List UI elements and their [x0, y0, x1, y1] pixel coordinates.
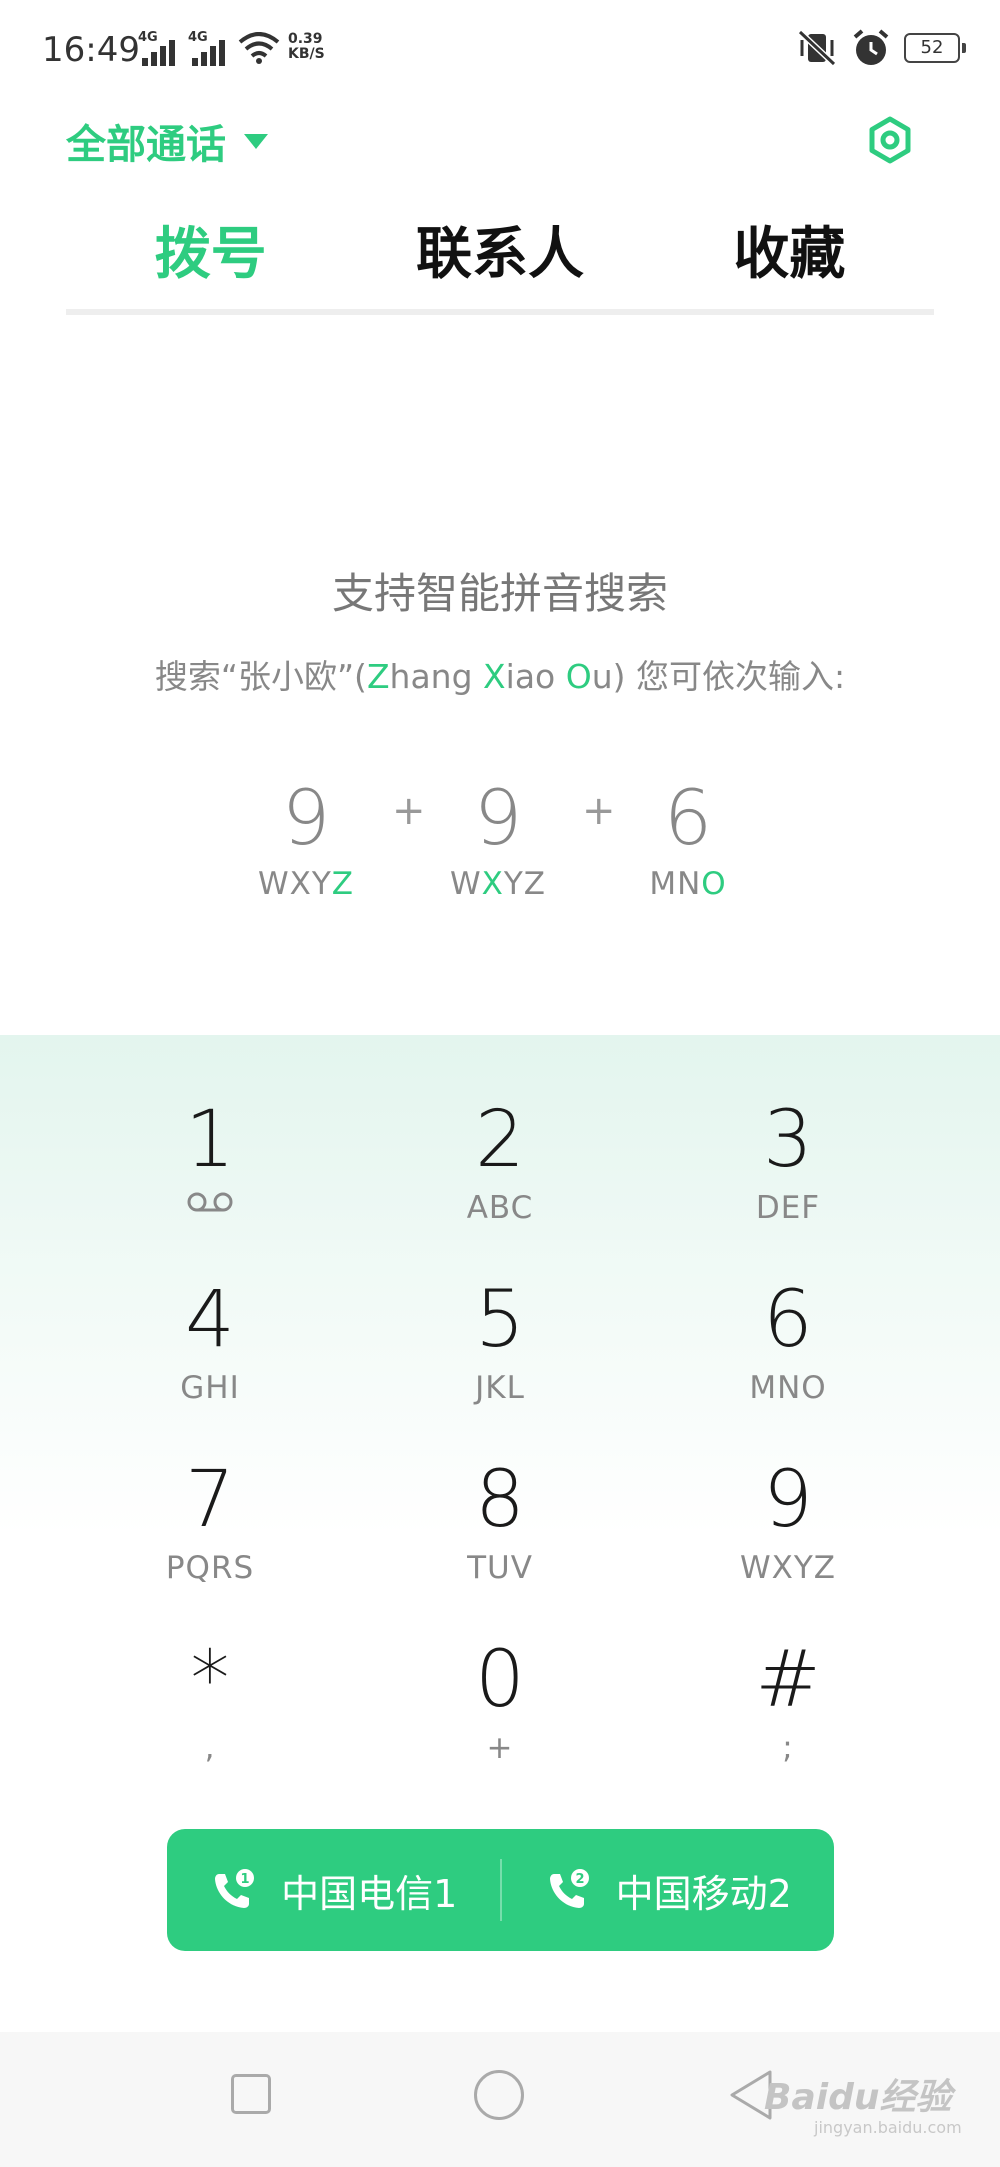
status-time: 16:49	[42, 30, 140, 70]
watermark-url: jingyan.baidu.com	[814, 2118, 962, 2137]
call-filter-dropdown[interactable]: 全部通话	[66, 112, 268, 170]
sim2-signal-icon: 4G	[188, 30, 232, 66]
example-key: 9 WXYZ	[257, 773, 355, 902]
status-bar: 16:49 4G 4G 0.39 KB/S 52	[0, 0, 1000, 100]
net-speed: 0.39 KB/S	[288, 31, 325, 62]
home-button[interactable]	[474, 2070, 524, 2120]
call-button-bar: 1 中国电信1 2 中国移动2	[167, 1829, 834, 1951]
alarm-icon	[853, 29, 889, 65]
tab-bar: 拨号 联系人 收藏	[66, 215, 934, 315]
key-6[interactable]: 6 MNO	[668, 1270, 908, 1440]
call-filter-label: 全部通话	[66, 122, 226, 168]
hint-subtitle: 搜索“张小欧”(Zhang Xiao Ou) 您可依次输入:	[154, 657, 846, 696]
call-sim2-button[interactable]: 2 中国移动2	[502, 1829, 835, 1951]
wifi-icon	[238, 32, 280, 64]
tab-dialer[interactable]: 拨号	[66, 215, 355, 309]
watermark-logo: Baidu经验	[764, 2077, 952, 2118]
phone-sim2-icon: 2	[549, 1869, 589, 1908]
key-star[interactable]: * ,	[90, 1630, 330, 1800]
tab-contacts[interactable]: 联系人	[355, 215, 644, 309]
mute-vibrate-icon	[797, 29, 837, 67]
key-8[interactable]: 8 TUV	[380, 1450, 620, 1620]
example-key: 6 MNO	[649, 773, 727, 902]
caret-down-icon	[244, 133, 268, 149]
call-sim2-label: 中国移动2	[615, 1871, 792, 1916]
example-key: 9 WXYZ	[449, 773, 547, 902]
phone-sim1-icon: 1	[215, 1869, 255, 1908]
recent-apps-button[interactable]	[231, 2074, 271, 2114]
svg-text:1: 1	[241, 1872, 250, 1887]
sim1-signal-icon: 4G	[138, 30, 182, 66]
settings-icon[interactable]	[866, 116, 914, 164]
key-2[interactable]: 2 ABC	[380, 1090, 620, 1260]
status-right-icons: 52	[796, 28, 966, 68]
key-hash[interactable]: # ;	[668, 1630, 908, 1800]
key-3[interactable]: 3 DEF	[668, 1090, 908, 1260]
key-7[interactable]: 7 PQRS	[90, 1450, 330, 1620]
hint-title: 支持智能拼音搜索	[331, 569, 668, 618]
call-sim1-label: 中国电信1	[281, 1871, 458, 1916]
voicemail-icon	[187, 1192, 233, 1212]
tab-favorites[interactable]: 收藏	[645, 215, 934, 309]
svg-text:2: 2	[575, 1872, 584, 1887]
key-0[interactable]: 0 +	[380, 1630, 620, 1800]
key-4[interactable]: 4 GHI	[90, 1270, 330, 1440]
pinyin-example: 9 WXYZ + 9 WXYZ + 6 MNO	[0, 770, 1000, 920]
key-1[interactable]: 1	[90, 1090, 330, 1260]
key-5[interactable]: 5 JKL	[380, 1270, 620, 1440]
key-9[interactable]: 9 WXYZ	[668, 1450, 908, 1620]
system-nav-bar: Baidu经验 jingyan.baidu.com	[0, 2032, 1000, 2167]
call-sim1-button[interactable]: 1 中国电信1	[167, 1829, 500, 1951]
battery-icon: 52	[904, 33, 966, 63]
